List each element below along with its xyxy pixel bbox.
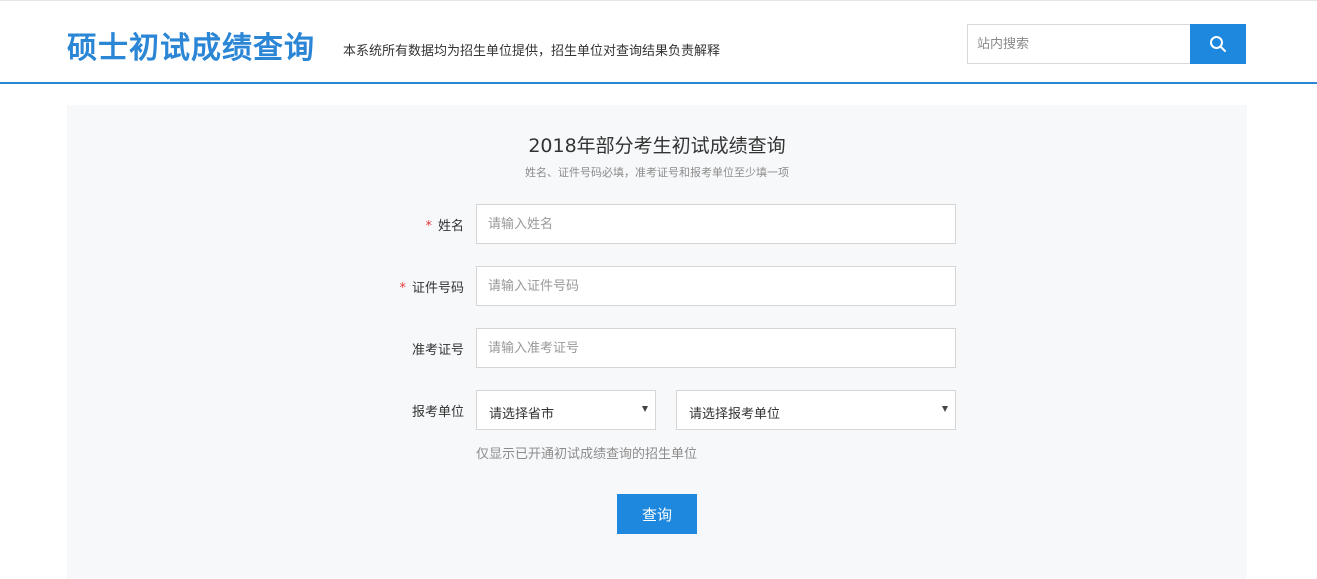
required-mark: *: [399, 281, 406, 296]
search-icon: [1210, 36, 1226, 52]
search-input[interactable]: [967, 24, 1190, 64]
province-select-value: 请选择省市: [489, 407, 555, 422]
query-form-panel: 2018年部分考生初试成绩查询 姓名、证件号码必填，准考证号和报考单位至少填一项…: [67, 105, 1247, 579]
name-label: * 姓名: [425, 215, 464, 234]
disclaimer-text: 本系统所有数据均为招生单位提供，招生单位对查询结果负责解释: [343, 44, 721, 59]
dropdown-arrow-icon: [942, 406, 948, 412]
unit-hint: 仅显示已开通初试成绩查询的招生单位: [476, 447, 698, 462]
site-title: 硕士初试成绩查询: [67, 31, 315, 66]
required-mark: *: [425, 219, 432, 234]
search-button[interactable]: [1190, 24, 1246, 64]
exam-number-label: 准考证号: [411, 343, 464, 358]
query-button[interactable]: 查询: [617, 494, 697, 534]
id-number-label-text: 证件号码: [411, 281, 464, 296]
exam-number-input[interactable]: [476, 328, 956, 368]
header: 硕士初试成绩查询 本系统所有数据均为招生单位提供，招生单位对查询结果负责解释: [0, 0, 1317, 84]
id-number-label: * 证件号码: [399, 277, 464, 296]
id-number-input[interactable]: [476, 266, 956, 306]
form-title: 2018年部分考生初试成绩查询: [528, 135, 786, 157]
form-subtitle: 姓名、证件号码必填，准考证号和报考单位至少填一项: [525, 166, 789, 179]
name-label-text: 姓名: [437, 219, 464, 234]
site-search: [967, 24, 1246, 64]
name-input[interactable]: [476, 204, 956, 244]
unit-label: 报考单位: [411, 405, 464, 420]
unit-select-value: 请选择报考单位: [689, 407, 781, 422]
dropdown-arrow-icon: [642, 406, 648, 412]
unit-select[interactable]: 请选择报考单位: [676, 390, 956, 430]
province-select[interactable]: 请选择省市: [476, 390, 656, 430]
